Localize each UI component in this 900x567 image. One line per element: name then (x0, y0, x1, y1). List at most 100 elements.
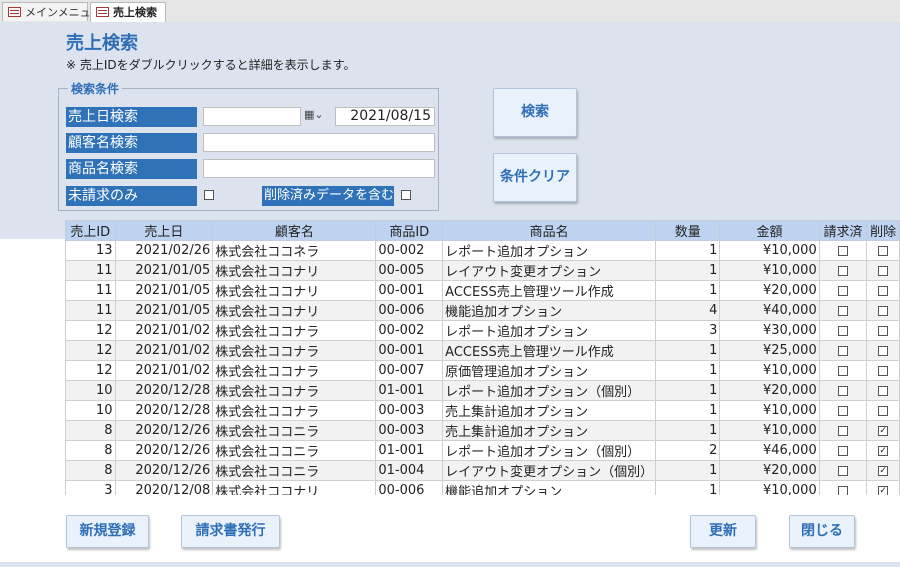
customer-name-cell[interactable]: 株式会社ココナリ (212, 300, 377, 321)
quantity-cell[interactable]: 3 (655, 320, 721, 341)
sales-id-cell[interactable]: 12 (65, 340, 116, 361)
product-id-cell[interactable]: 00-003 (375, 400, 444, 421)
tab-main-menu[interactable]: メインメニュー (2, 2, 102, 21)
product-name-cell[interactable]: 原価管理追加オプション (442, 360, 657, 381)
table-row[interactable]: 12 2021/01/02 株式会社ココナラ 00-002 レポート追加オプション 3 ¥3… (65, 320, 900, 341)
billed-checkbox[interactable] (837, 345, 848, 356)
sales-date-cell[interactable]: 2021/01/02 (114, 360, 214, 381)
table-row[interactable]: 8 2020/12/26 株式会社ココニラ 01-004 レイアウト変更オプション（個別… (65, 460, 900, 481)
sales-date-cell[interactable]: 2021/01/05 (114, 300, 214, 321)
quantity-cell[interactable]: 1 (655, 480, 721, 495)
product-search-input[interactable] (203, 159, 435, 178)
sales-id-cell[interactable]: 11 (65, 260, 116, 281)
billed-checkbox[interactable] (837, 365, 848, 376)
product-id-cell[interactable]: 00-003 (375, 420, 444, 441)
quantity-cell[interactable]: 1 (655, 460, 721, 481)
sales-id-cell[interactable]: 10 (65, 400, 116, 421)
customer-name-cell[interactable]: 株式会社ココナラ (212, 360, 377, 381)
sales-id-cell[interactable]: 10 (65, 380, 116, 401)
search-button[interactable]: 検索 (493, 88, 577, 137)
billed-checkbox[interactable] (837, 325, 848, 336)
quantity-cell[interactable]: 1 (655, 280, 721, 301)
customer-search-input[interactable] (203, 133, 435, 152)
table-row[interactable]: 8 2020/12/26 株式会社ココニラ 00-003 売上集計追加オプション 1 ¥10… (65, 420, 900, 441)
column-header[interactable]: 請求済 (818, 220, 868, 241)
issue-invoice-button[interactable]: 請求書発行 (181, 515, 280, 548)
product-name-cell[interactable]: 売上集計追加オプション (442, 420, 657, 441)
amount-cell[interactable]: ¥46,000 (719, 440, 820, 461)
deleted-checkbox[interactable] (878, 245, 889, 256)
sales-id-cell[interactable]: 8 (65, 440, 116, 461)
tab-sales-search[interactable]: 売上検索 (90, 2, 166, 23)
amount-cell[interactable]: ¥20,000 (719, 380, 820, 401)
quantity-cell[interactable]: 1 (655, 260, 721, 281)
column-header[interactable]: 数量 (655, 220, 721, 241)
amount-cell[interactable]: ¥10,000 (719, 400, 820, 421)
quantity-cell[interactable]: 1 (655, 240, 721, 261)
sales-id-cell[interactable]: 8 (65, 460, 116, 481)
deleted-checkbox[interactable] (878, 325, 889, 336)
quantity-cell[interactable]: 4 (655, 300, 721, 321)
table-row[interactable]: 12 2021/01/02 株式会社ココナラ 00-001 ACCESS売上管理ツール作… (65, 340, 900, 361)
quantity-cell[interactable]: 1 (655, 360, 721, 381)
sales-date-cell[interactable]: 2021/02/26 (114, 240, 214, 261)
customer-name-cell[interactable]: 株式会社ココナラ (212, 380, 377, 401)
column-header[interactable]: 商品名 (442, 220, 657, 241)
product-name-cell[interactable]: レポート追加オプション（個別） (442, 440, 657, 461)
product-id-cell[interactable]: 00-002 (375, 240, 444, 261)
amount-cell[interactable]: ¥10,000 (719, 360, 820, 381)
column-header[interactable]: 商品ID (375, 220, 444, 241)
table-row[interactable]: 10 2020/12/28 株式会社ココナラ 00-003 売上集計追加オプション 1 ¥1… (65, 400, 900, 421)
billed-checkbox[interactable] (837, 265, 848, 276)
deleted-checkbox[interactable] (878, 405, 889, 416)
customer-name-cell[interactable]: 株式会社ココナラ (212, 320, 377, 341)
product-name-cell[interactable]: ACCESS売上管理ツール作成 (442, 340, 657, 361)
deleted-checkbox[interactable] (878, 345, 889, 356)
sales-date-cell[interactable]: 2020/12/08 (114, 480, 214, 495)
table-row[interactable]: 11 2021/01/05 株式会社ココナリ 00-005 レイアウト変更オプション 1 ¥… (65, 260, 900, 281)
table-row[interactable]: 3 2020/12/08 株式会社ココナリ 00-006 機能追加オプション 1 ¥10,0… (65, 480, 900, 495)
amount-cell[interactable]: ¥30,000 (719, 320, 820, 341)
billed-checkbox[interactable] (837, 445, 848, 456)
deleted-checkbox[interactable]: ✓ (878, 465, 889, 476)
unbilled-only-checkbox[interactable] (204, 190, 214, 200)
date-from-input[interactable] (203, 107, 301, 126)
billed-checkbox[interactable] (837, 305, 848, 316)
deleted-checkbox[interactable] (878, 265, 889, 276)
quantity-cell[interactable]: 1 (655, 380, 721, 401)
customer-name-cell[interactable]: 株式会社ココネラ (212, 240, 377, 261)
sales-id-cell[interactable]: 13 (65, 240, 116, 261)
billed-checkbox[interactable] (837, 285, 848, 296)
product-id-cell[interactable]: 00-007 (375, 360, 444, 381)
include-deleted-checkbox[interactable] (401, 190, 411, 200)
product-name-cell[interactable]: 売上集計追加オプション (442, 400, 657, 421)
column-header[interactable]: 売上ID (65, 220, 116, 241)
billed-checkbox[interactable] (837, 385, 848, 396)
sales-date-cell[interactable]: 2020/12/26 (114, 440, 214, 461)
column-header[interactable]: 売上日 (114, 220, 214, 241)
sales-id-cell[interactable]: 11 (65, 300, 116, 321)
customer-name-cell[interactable]: 株式会社ココニラ (212, 460, 377, 481)
deleted-checkbox[interactable]: ✓ (878, 485, 889, 495)
product-name-cell[interactable]: レイアウト変更オプション (442, 260, 657, 281)
billed-checkbox[interactable] (837, 425, 848, 436)
clear-criteria-button[interactable]: 条件クリア (493, 153, 577, 202)
quantity-cell[interactable]: 2 (655, 440, 721, 461)
product-name-cell[interactable]: 機能追加オプション (442, 300, 657, 321)
amount-cell[interactable]: ¥10,000 (719, 240, 820, 261)
product-name-cell[interactable]: ACCESS売上管理ツール作成 (442, 280, 657, 301)
sales-date-cell[interactable]: 2021/01/02 (114, 320, 214, 341)
amount-cell[interactable]: ¥25,000 (719, 340, 820, 361)
billed-checkbox[interactable] (837, 485, 848, 495)
refresh-button[interactable]: 更新 (690, 515, 756, 548)
table-row[interactable]: 12 2021/01/02 株式会社ココナラ 00-007 原価管理追加オプション 1 ¥1… (65, 360, 900, 381)
deleted-checkbox[interactable]: ✓ (878, 425, 889, 436)
new-record-button[interactable]: 新規登録 (66, 515, 149, 548)
table-row[interactable]: 8 2020/12/26 株式会社ココニラ 01-001 レポート追加オプション（個別）… (65, 440, 900, 461)
amount-cell[interactable]: ¥20,000 (719, 280, 820, 301)
sales-date-cell[interactable]: 2020/12/26 (114, 460, 214, 481)
amount-cell[interactable]: ¥10,000 (719, 420, 820, 441)
sales-id-cell[interactable]: 3 (65, 480, 116, 495)
sales-date-cell[interactable]: 2021/01/02 (114, 340, 214, 361)
product-name-cell[interactable]: レイアウト変更オプション（個別） (442, 460, 657, 481)
